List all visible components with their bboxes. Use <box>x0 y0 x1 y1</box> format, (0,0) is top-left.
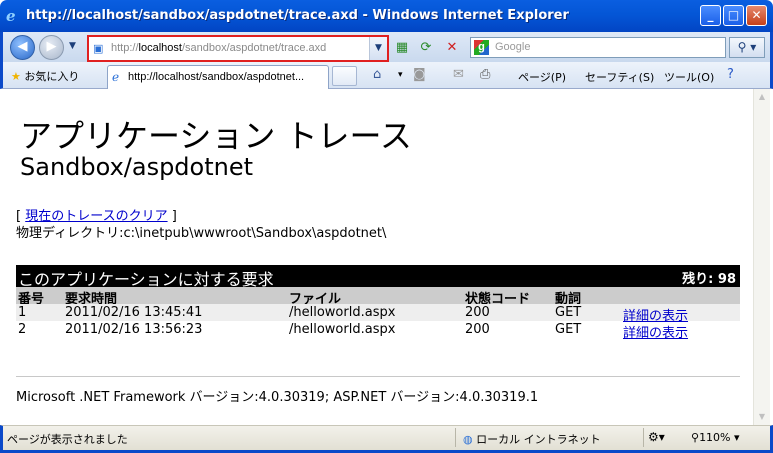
stop-icon[interactable]: ✕ <box>443 39 461 57</box>
window-title-bar[interactable]: e http://localhost/sandbox/aspdotnet/tra… <box>0 0 773 32</box>
search-icon: ⚲ ▾ <box>737 40 757 54</box>
google-icon: g <box>474 40 489 55</box>
version-footer: Microsoft .NET Framework バージョン:4.0.30319… <box>16 390 539 405</box>
window-title: http://localhost/sandbox/aspdotnet/trace… <box>26 8 569 23</box>
requests-table: このアプリケーションに対する要求 残り: 98 番号 要求時間 ファイル 状態コ… <box>16 265 740 341</box>
home-icon[interactable]: ⌂ <box>373 67 381 82</box>
compatibility-view-icon[interactable]: ▦ <box>393 39 411 57</box>
address-input[interactable]: ▣ http://localhost/sandbox/aspdotnet/tra… <box>87 35 389 62</box>
favorites-button[interactable]: ★ お気に入り <box>11 68 79 84</box>
print-icon[interactable]: ⎙ <box>480 67 490 82</box>
feeds-icon[interactable]: ◙ <box>413 67 426 82</box>
refresh-icon[interactable]: ⟳ <box>417 39 435 57</box>
cell-number: 2 <box>18 322 27 337</box>
address-toolbar: ◀ ▶ ▼ ▣ http://localhost/sandbox/aspdotn… <box>0 32 773 62</box>
cell-status: 200 <box>465 322 490 337</box>
security-zone[interactable]: ◍ ローカル イントラネット <box>463 431 601 447</box>
table-row: 1 2011/02/16 13:45:41 /helloworld.aspx 2… <box>16 304 740 324</box>
search-button[interactable]: ⚲ ▾ <box>729 37 765 58</box>
close-button[interactable]: ✕ <box>746 5 767 26</box>
tab-current[interactable]: ℯ http://localhost/sandbox/aspdotnet... <box>107 65 329 89</box>
new-tab-button[interactable] <box>332 66 357 86</box>
minimize-button[interactable]: _ <box>700 5 721 26</box>
page-icon: ▣ <box>93 42 104 55</box>
cell-time: 2011/02/16 13:56:23 <box>65 322 203 337</box>
physical-directory: 物理ディレクトリ:c:\inetpub\wwwroot\Sandbox\aspd… <box>16 222 386 241</box>
ie-logo-icon: e <box>6 7 16 25</box>
zone-icon: ◍ <box>463 433 473 446</box>
tab-title: http://localhost/sandbox/aspdotnet... <box>128 71 305 83</box>
status-separator <box>643 428 644 447</box>
cell-file: /helloworld.aspx <box>289 322 396 337</box>
maximize-button[interactable]: □ <box>723 5 744 26</box>
safety-menu[interactable]: セーフティ(S) <box>585 69 654 85</box>
status-separator <box>455 428 456 447</box>
zoom-level: 110% <box>699 431 731 444</box>
recent-pages-dropdown-icon[interactable]: ▼ <box>69 41 76 51</box>
page-viewport: アプリケーション トレース Sandbox/aspdotnet [ 現在のトレー… <box>3 89 753 425</box>
physical-dir-label: 物理ディレクトリ: <box>16 226 124 241</box>
forward-button[interactable]: ▶ <box>39 35 64 60</box>
tab-page-icon: ℯ <box>112 70 120 84</box>
zoom-control[interactable]: ⚲110% ▾ <box>691 431 740 444</box>
cell-status: 200 <box>465 305 490 320</box>
address-url: http://localhost/sandbox/aspdotnet/trace… <box>111 42 327 54</box>
requests-remaining: 残り: 98 <box>682 272 736 287</box>
divider <box>16 376 740 377</box>
address-dropdown-icon[interactable]: ▼ <box>369 37 387 60</box>
page-subtitle: Sandbox/aspdotnet <box>20 153 254 181</box>
favorites-label: お気に入り <box>24 70 80 83</box>
zone-label: ローカル イントラネット <box>476 433 601 446</box>
cell-verb: GET <box>555 322 582 337</box>
status-bar: ページが表示されました ◍ ローカル イントラネット ⚙▾ ⚲110% ▾ <box>0 425 773 453</box>
help-icon[interactable]: ? <box>727 67 734 82</box>
status-text: ページが表示されました <box>7 433 128 446</box>
back-button[interactable]: ◀ <box>10 35 35 60</box>
tab-command-bar: ★ お気に入り ℯ http://localhost/sandbox/aspdo… <box>0 62 773 89</box>
cell-file: /helloworld.aspx <box>289 305 396 320</box>
scroll-up-icon[interactable]: ▲ <box>754 89 770 105</box>
protected-mode-icon[interactable]: ⚙▾ <box>648 430 665 444</box>
search-input[interactable]: g Google <box>470 37 726 58</box>
scroll-down-icon[interactable]: ▼ <box>754 409 770 425</box>
home-dropdown-icon[interactable]: ▾ <box>398 70 403 80</box>
cell-time: 2011/02/16 13:45:41 <box>65 305 203 320</box>
mail-icon[interactable]: ✉ <box>453 67 464 82</box>
zoom-icon: ⚲ <box>691 431 700 444</box>
view-details-link[interactable]: 詳細の表示 <box>623 326 688 341</box>
vertical-scrollbar[interactable]: ▲ ▼ <box>753 89 770 425</box>
page-title: アプリケーション トレース <box>20 117 412 155</box>
table-column-header: 番号 要求時間 ファイル 状態コード 動詞 <box>16 287 740 307</box>
requests-header: このアプリケーションに対する要求 残り: 98 <box>16 265 740 289</box>
cell-verb: GET <box>555 305 582 320</box>
page-menu[interactable]: ページ(P) <box>518 69 566 85</box>
tools-menu[interactable]: ツール(O) <box>664 69 714 85</box>
favorites-star-icon: ★ <box>11 70 21 83</box>
physical-dir-value: c:\inetpub\wwwroot\Sandbox\aspdotnet\ <box>123 226 387 241</box>
cell-number: 1 <box>18 305 27 320</box>
search-placeholder: Google <box>495 41 531 53</box>
table-row: 2 2011/02/16 13:56:23 /helloworld.aspx 2… <box>16 321 740 341</box>
